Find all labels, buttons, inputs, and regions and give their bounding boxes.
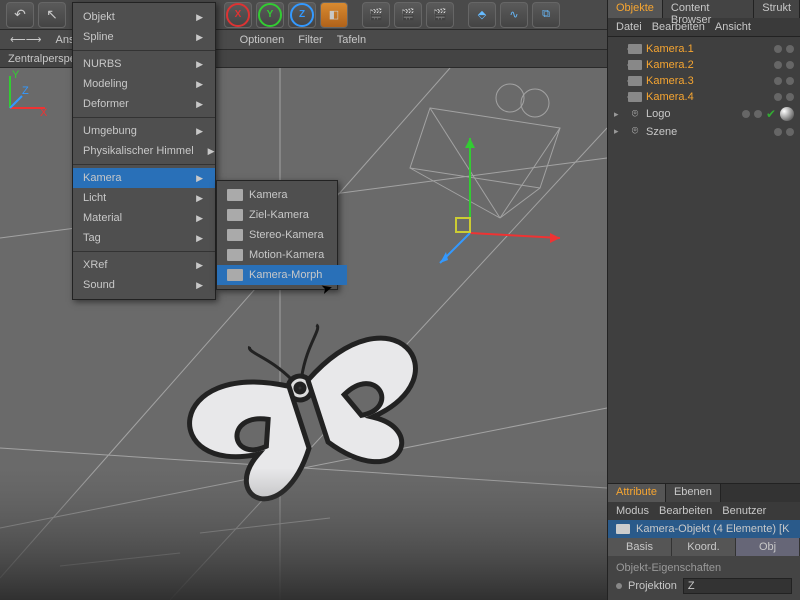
curve-icon: ∿ [509,8,518,21]
svg-text:Z: Z [22,85,29,97]
tab-layers[interactable]: Ebenen [666,484,721,502]
menu-item-spline[interactable]: Spline▶ [73,27,215,47]
menu-item-deformer[interactable]: Deformer▶ [73,94,215,114]
submenu-item-ziel-kamera[interactable]: Ziel-Kamera [217,205,347,225]
render-button[interactable]: 🎬 [362,2,390,28]
bullet-icon [616,583,622,589]
menu-item-sound[interactable]: Sound▶ [73,275,215,295]
om-edit-menu[interactable]: Bearbeiten [652,21,705,33]
tab-content-browser[interactable]: Content Browser [663,0,754,18]
subtab-obj[interactable]: Obj [736,538,800,556]
camera-icon [616,524,630,534]
obj-row-logo[interactable]: ▸⌾Logo✔ [608,105,800,123]
primitive-cube-button[interactable]: ◧ [320,2,348,28]
object-tree[interactable]: Kamera.1Kamera.2Kamera.3Kamera.4▸⌾Logo✔▸… [608,37,800,144]
menu-item-kamera[interactable]: Kamera▶ [73,168,215,188]
axis-x-toggle[interactable]: X [224,2,252,28]
render-settings-button[interactable]: 🎬 [426,2,454,28]
obj-row-kamera-4[interactable]: Kamera.4 [608,89,800,105]
camera-icon [227,249,243,261]
submenu-item-kamera[interactable]: Kamera [217,185,347,205]
menu-item-physikalischer-himmel[interactable]: Physikalischer Himmel▶ [73,141,215,161]
attribute-manager: Attribute Ebenen Modus Bearbeiten Benutz… [608,483,800,600]
tab-objects[interactable]: Objekte [608,0,663,18]
tab-structure[interactable]: Strukt [754,0,800,18]
submenu-item-motion-kamera[interactable]: Motion-Kamera [217,245,347,265]
tool-undo[interactable]: ↶ [6,2,34,28]
axis-y-toggle[interactable]: Y [256,2,284,28]
attr-label-projection: Projektion [628,580,677,592]
render-region-button[interactable]: 🎬 [394,2,422,28]
filter-menu[interactable]: Filter [298,34,322,46]
cube-icon: ◧ [329,8,339,21]
attr-field-projection[interactable]: Z [683,578,792,594]
om-view-menu[interactable]: Ansicht [715,21,751,33]
attr-edit-menu[interactable]: Bearbeiten [659,505,712,517]
camera-icon [628,92,642,102]
attr-user-menu[interactable]: Benutzer [722,505,766,517]
om-file-menu[interactable]: Datei [616,21,642,33]
object-manager-menu: Datei Bearbeiten Ansicht [608,18,800,37]
camera-icon [227,269,243,281]
camera-icon [628,44,642,54]
menu-item-material[interactable]: Material▶ [73,208,215,228]
generator-button[interactable]: ⧉ [532,2,560,28]
null-icon: ⌾ [628,108,642,121]
add-object-button[interactable]: ⬘ [468,2,496,28]
null-icon: ⌾ [628,125,642,138]
camera-icon [227,189,243,201]
camera-icon [628,76,642,86]
spline-button[interactable]: ∿ [500,2,528,28]
obj-row-kamera-1[interactable]: Kamera.1 [608,41,800,57]
axis-gizmo: Y X Z [0,68,50,118]
clapper-icon: 🎬 [433,8,447,21]
clapper-icon: 🎬 [401,8,415,21]
submenu-item-kamera-morph[interactable]: Kamera-Morph [217,265,347,285]
obj-row-szene[interactable]: ▸⌾Szene [608,123,800,140]
attr-section-header: Objekt-Eigenschaften [616,560,792,576]
viewport-nav-icon[interactable]: ⟵⟶ [10,33,42,46]
tool-cursor[interactable]: ↖ [38,2,66,28]
attr-mode-menu[interactable]: Modus [616,505,649,517]
menu-item-modeling[interactable]: Modeling▶ [73,74,215,94]
material-ball-icon [780,107,794,121]
obj-row-kamera-2[interactable]: Kamera.2 [608,57,800,73]
axis-z-toggle[interactable]: Z [288,2,316,28]
camera-icon [628,60,642,70]
camera-icon [227,229,243,241]
menu-item-objekt[interactable]: Objekt▶ [73,7,215,27]
attr-row-projection: Projektion Z [616,576,792,596]
attr-object-title: Kamera-Objekt (4 Elemente) [K [608,520,800,538]
menu-item-tag[interactable]: Tag▶ [73,228,215,248]
menu-item-umgebung[interactable]: Umgebung▶ [73,121,215,141]
perspective-label: Zentralperspe [8,53,76,65]
obj-row-kamera-3[interactable]: Kamera.3 [608,73,800,89]
options-menu[interactable]: Optionen [240,34,285,46]
svg-text:Y: Y [12,69,20,81]
subtab-koord[interactable]: Koord. [672,538,736,556]
menu-item-licht[interactable]: Licht▶ [73,188,215,208]
object-manager-panel: Objekte Content Browser Strukt Datei Bea… [607,0,800,600]
submenu-item-stereo-kamera[interactable]: Stereo-Kamera [217,225,347,245]
camera-icon [227,209,243,221]
create-menu: Objekt▶Spline▶ NURBS▶Modeling▶Deformer▶ Um… [72,2,216,300]
link-icon: ⧉ [542,8,550,21]
panels-menu[interactable]: Tafeln [337,34,366,46]
subtab-basis[interactable]: Basis [608,538,672,556]
menu-item-xref[interactable]: XRef▶ [73,255,215,275]
svg-text:X: X [40,107,48,118]
camera-submenu: KameraZiel-KameraStereo-KameraMotion-Kam… [216,180,338,290]
clapper-icon: 🎬 [369,8,383,21]
panel-tabs: Objekte Content Browser Strukt [608,0,800,18]
menu-item-nurbs[interactable]: NURBS▶ [73,54,215,74]
blue-cube-icon: ⬘ [478,8,486,21]
tab-attribute[interactable]: Attribute [608,484,666,502]
